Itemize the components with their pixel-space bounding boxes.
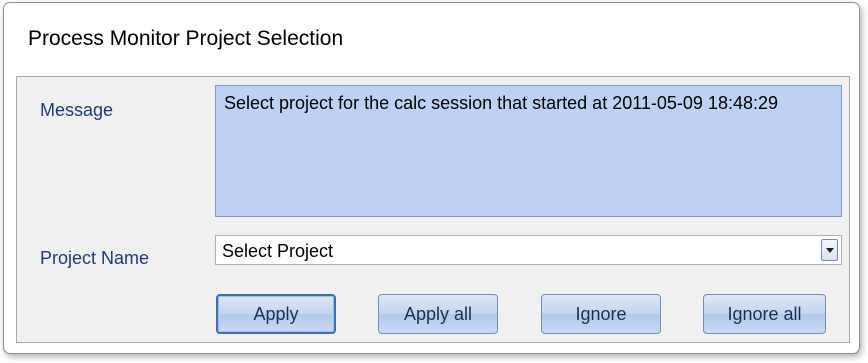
project-name-selected-value: Select Project [222, 241, 334, 261]
ignore-button[interactable]: Ignore [541, 294, 661, 334]
apply-button[interactable]: Apply [216, 294, 336, 334]
chevron-down-icon[interactable] [821, 239, 838, 261]
project-name-label: Project Name [40, 248, 150, 268]
apply-all-button[interactable]: Apply all [378, 294, 498, 334]
message-text-box: Select project for the calc session that… [215, 85, 842, 217]
window-title: Process Monitor Project Selection [28, 27, 344, 50]
ignore-all-button[interactable]: Ignore all [703, 294, 826, 334]
project-selection-dialog: Process Monitor Project Selection Messag… [3, 2, 860, 354]
message-label: Message [40, 100, 114, 120]
project-name-dropdown[interactable]: Select Project [215, 235, 842, 265]
title-bar[interactable]: Process Monitor Project Selection [4, 3, 859, 77]
